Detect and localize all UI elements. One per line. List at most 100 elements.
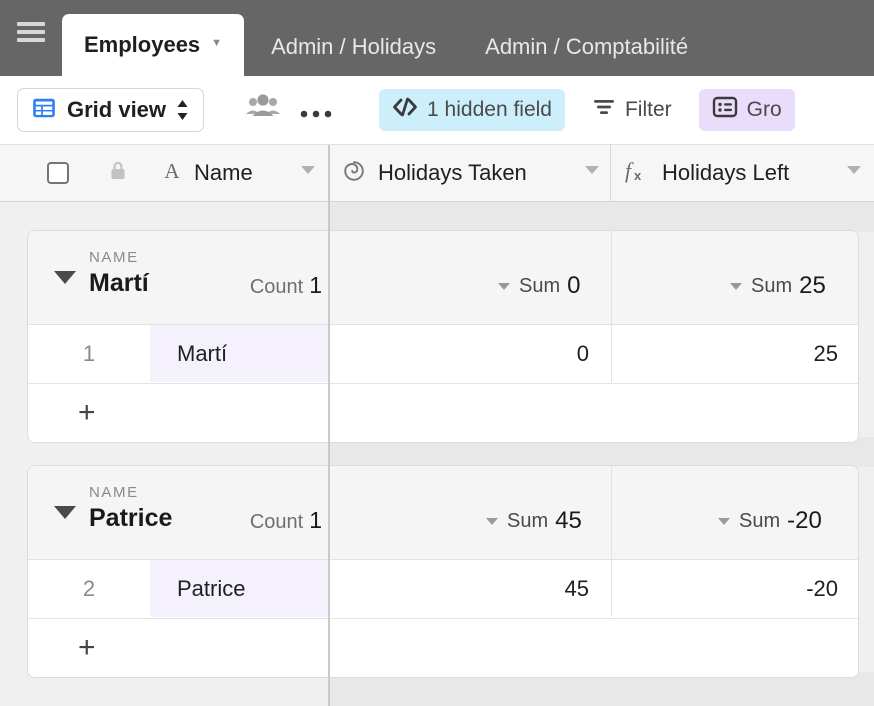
group-field-label: NAME xyxy=(89,484,139,501)
group-summary-taken-value: 45 xyxy=(555,507,582,534)
chevron-down-icon[interactable] xyxy=(585,166,599,174)
group-header[interactable]: NAME Martí Count 1 Sum 0 Sum 25 xyxy=(28,231,858,325)
collapse-triangle-icon[interactable] xyxy=(54,506,76,519)
collaborators-button[interactable] xyxy=(240,88,286,132)
group-header-divider xyxy=(611,231,612,324)
chevron-down-icon xyxy=(730,282,742,290)
filter-label: Filter xyxy=(624,98,672,121)
add-row[interactable]: + xyxy=(28,384,858,442)
svg-text:x: x xyxy=(634,168,642,183)
table-row[interactable]: 1 Martí 0 25 xyxy=(28,325,858,384)
airtable-grid-app: Employees ▼ Admin / Holidays Admin / Com… xyxy=(0,0,874,706)
tab-employees-label: Employees xyxy=(84,32,201,57)
cell-holidays-left[interactable]: 25 xyxy=(611,325,858,382)
column-header-name[interactable]: A Name xyxy=(150,145,328,201)
ellipsis-icon xyxy=(299,95,333,126)
chevron-down-icon[interactable]: ▼ xyxy=(211,37,222,49)
cell-holidays-taken[interactable]: 0 xyxy=(329,325,611,382)
add-row[interactable]: + xyxy=(28,619,858,677)
group-count-value: 1 xyxy=(309,507,322,533)
view-toolbar: Grid view 1 hidden field Filter Gro xyxy=(0,76,874,145)
hidden-fields-icon xyxy=(392,96,418,124)
column-header-holidays-taken-label: Holidays Taken xyxy=(378,160,527,185)
filter-icon xyxy=(592,96,616,124)
group-summary-left-value: 25 xyxy=(799,272,826,299)
people-icon xyxy=(246,93,281,127)
grid-view-label: Grid view xyxy=(67,97,167,122)
group-header[interactable]: NAME Patrice Count 1 Sum 45 Sum -20 xyxy=(28,466,858,560)
select-all-checkbox[interactable] xyxy=(47,162,69,184)
tab-admin-comptabilite[interactable]: Admin / Comptabilité xyxy=(463,18,711,76)
formula-fx-icon: f x xyxy=(623,158,651,189)
grid-view-switcher-button[interactable]: Grid view xyxy=(17,88,205,132)
row-number: 1 xyxy=(82,340,96,366)
group-count-value: 1 xyxy=(309,272,322,298)
plus-icon[interactable]: + xyxy=(78,398,96,428)
column-header-holidays-left-label: Holidays Left xyxy=(662,160,790,185)
group-summary-left-value: -20 xyxy=(787,507,822,534)
group-summary-holidays-left[interactable]: Sum -20 xyxy=(718,507,822,535)
group-summary-taken-label: Sum xyxy=(519,274,561,297)
lock-icon xyxy=(108,160,128,187)
chevron-down-icon xyxy=(498,282,510,290)
cell-holidays-left[interactable]: -20 xyxy=(611,560,858,617)
cell-name[interactable]: Martí xyxy=(150,325,329,382)
tab-employees[interactable]: Employees ▼ xyxy=(62,14,245,76)
tab-admin-holidays[interactable]: Admin / Holidays xyxy=(249,18,459,76)
cell-holidays-taken[interactable]: 45 xyxy=(329,560,611,617)
grid-icon xyxy=(31,95,57,126)
svg-text:f: f xyxy=(625,158,634,183)
plus-icon[interactable]: + xyxy=(78,633,96,663)
frozen-column-divider[interactable] xyxy=(328,145,330,706)
chevron-down-icon[interactable] xyxy=(847,166,861,174)
tab-admin-comptabilite-label: Admin / Comptabilité xyxy=(485,34,689,59)
hamburger-icon xyxy=(17,18,45,47)
column-divider xyxy=(610,145,611,202)
group-summary-left-label: Sum xyxy=(751,274,793,297)
hidden-fields-label: 1 hidden field xyxy=(427,98,552,121)
group-block-patrice: NAME Patrice Count1 Sum45 Sum-20 2 Pa xyxy=(27,465,859,678)
rollup-spiral-icon xyxy=(341,158,367,189)
group-count[interactable]: Count 1 xyxy=(250,507,322,534)
group-summary-holidays-taken[interactable]: Sum 45 xyxy=(486,507,582,535)
group-count-label: Count xyxy=(249,276,304,298)
group-button[interactable]: Gro xyxy=(698,89,795,131)
tab-admin-holidays-label: Admin / Holidays xyxy=(271,34,437,59)
hidden-fields-button[interactable]: 1 hidden field xyxy=(379,89,565,131)
row-number: 2 xyxy=(82,575,96,601)
text-field-icon: A xyxy=(161,159,183,188)
group-icon xyxy=(712,95,738,125)
grid-gap xyxy=(0,202,328,232)
column-header-row: A Name Holidays Taken f x Holidays Left xyxy=(0,145,874,202)
group-header-divider xyxy=(611,466,612,559)
sidebar-toggle-button[interactable] xyxy=(0,0,62,76)
group-field-label: NAME xyxy=(89,249,139,266)
group-summary-holidays-left[interactable]: Sum 25 xyxy=(730,272,826,300)
column-header-name-label: Name xyxy=(194,160,253,185)
filter-button[interactable]: Filter xyxy=(579,89,685,131)
grid-body: A Name Holidays Taken f x Holidays Left … xyxy=(0,145,874,706)
group-value: Patrice xyxy=(89,504,173,532)
chevron-updown-icon xyxy=(175,97,190,123)
grid-gap xyxy=(328,202,874,232)
group-value: Martí xyxy=(89,269,149,297)
chevron-down-icon[interactable] xyxy=(301,166,315,174)
column-header-holidays-taken[interactable]: Holidays Taken xyxy=(330,145,612,201)
group-count[interactable]: Count 1 xyxy=(250,272,322,299)
group-summary-holidays-taken[interactable]: Sum 0 xyxy=(498,272,580,300)
column-header-holidays-left[interactable]: f x Holidays Left xyxy=(612,145,874,201)
group-count-label: Count xyxy=(249,511,304,533)
table-row[interactable]: 2 Patrice 45 -20 xyxy=(28,560,858,619)
collapse-triangle-icon[interactable] xyxy=(54,271,76,284)
group-summary-left-label: Sum xyxy=(739,509,781,532)
chevron-down-icon xyxy=(718,517,730,525)
group-summary-taken-label: Sum xyxy=(507,509,549,532)
cell-name[interactable]: Patrice xyxy=(150,560,329,617)
lock-indicator xyxy=(108,145,150,201)
tab-bar: Employees ▼ Admin / Holidays Admin / Com… xyxy=(0,0,874,76)
group-label: Gro xyxy=(746,98,782,121)
group-block-marti: NAME Martí Count1 Sum0 Sum25 1 Martí xyxy=(27,230,859,443)
more-options-button[interactable] xyxy=(296,88,336,132)
chevron-down-icon xyxy=(486,517,498,525)
group-summary-taken-value: 0 xyxy=(567,272,581,299)
